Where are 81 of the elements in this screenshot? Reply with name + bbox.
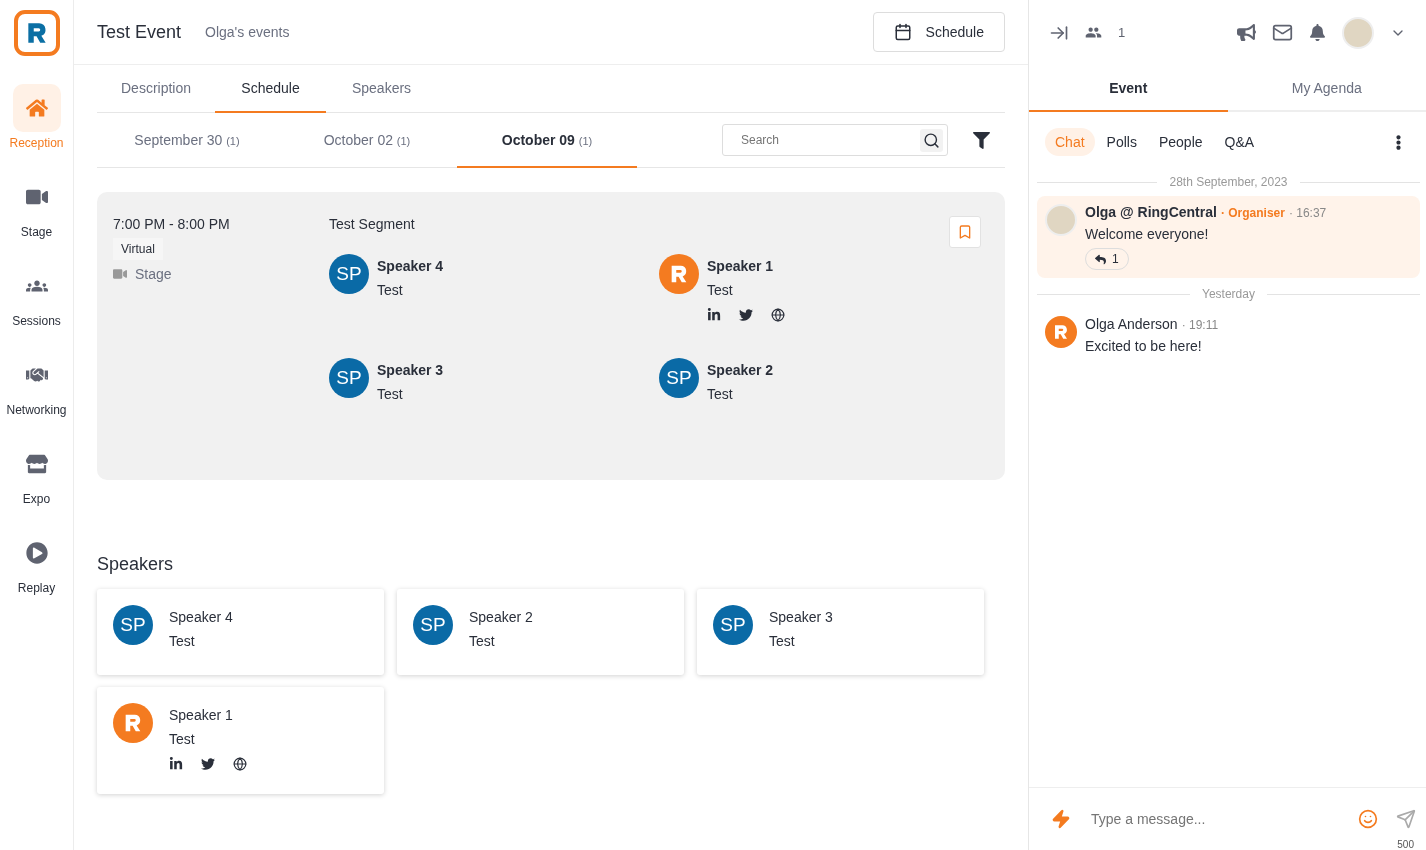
emoji-icon[interactable] [1358,809,1378,829]
character-limit: 500 [1397,839,1414,850]
message-time: · 19:11 [1181,318,1219,332]
author-name: Olga Anderson [1085,316,1178,332]
speaker-role: Test [469,633,496,649]
event-subtitle: Olga's events [205,24,291,40]
speaker-avatar: SP [329,358,369,398]
chat-tab[interactable]: Polls [1096,128,1147,156]
nav-item[interactable]: Expo [0,440,74,529]
event-title: Test Event [97,21,182,43]
speaker-avatar: SP [659,358,699,398]
video-icon [113,267,127,281]
author-name: Olga @ RingCentral [1085,204,1217,220]
date-tab[interactable]: September 30 (1) [97,113,277,168]
schedule-button[interactable]: Schedule [872,12,1005,52]
speaker-name: Speaker 4 [169,609,233,625]
speaker-role: Test [769,633,796,649]
author-avatar [1045,204,1077,236]
attendee-count: 1 [1118,25,1126,40]
reply-icon [1095,253,1106,265]
search-icon[interactable] [920,128,943,152]
replay-icon [25,542,48,564]
nav-item[interactable]: Sessions [0,262,74,351]
bookmark-button[interactable] [949,216,981,248]
author-role: · Organiser [1220,206,1285,220]
date-tab[interactable]: October 09 (1) [457,113,637,168]
home-icon [25,97,48,119]
expo-icon [25,453,48,475]
chat-tab[interactable]: Q&A [1214,128,1265,156]
globe-icon[interactable] [233,757,247,771]
mail-icon[interactable] [1272,22,1293,43]
speaker-name: Speaker 1 [707,258,775,274]
app-logo[interactable] [13,10,60,56]
message-text: Excited to be here! [1085,338,1203,354]
nav-item[interactable]: Stage [0,173,74,262]
speaker-avatar: SP [329,254,369,294]
speaker-avatar: SP [113,605,153,645]
speaker-name: Speaker 3 [769,609,833,625]
speaker-name: Speaker 2 [469,609,533,625]
panel-tab[interactable]: Event [1029,65,1228,112]
tab[interactable]: Schedule [215,65,327,113]
speaker-role: Test [377,386,404,402]
speaker-role: Test [169,731,196,747]
twitter-icon[interactable] [201,757,215,771]
bookmark-icon [957,224,973,240]
date-tab[interactable]: October 02 (1) [277,113,457,168]
speaker-avatar: SP [713,605,753,645]
speaker-role: Test [707,386,734,402]
chat-tab[interactable]: People [1148,128,1213,156]
date-divider: 28th September, 2023 [1169,175,1288,189]
speaker-name: Speaker 3 [377,362,444,378]
panel-tab[interactable]: My Agenda [1227,65,1426,112]
speaker-avatar: SP [413,605,453,645]
tab[interactable]: Description [97,65,216,113]
linkedin-icon[interactable] [169,757,183,771]
speaker-name: Speaker 1 [169,707,234,723]
twitter-icon[interactable] [739,308,753,322]
globe-icon[interactable] [771,308,785,322]
bell-icon[interactable] [1309,24,1326,41]
speaker-name: Speaker 2 [707,362,774,378]
nav-item[interactable]: Networking [0,351,74,440]
calendar-icon [893,23,912,41]
speaker-role: Test [169,633,196,649]
speaker-role: Test [707,282,734,298]
session-tag: Virtual [113,238,163,260]
search-field[interactable]: Search [722,124,948,156]
tab[interactable]: Speakers [326,65,438,113]
section-title: Speakers [97,554,175,575]
session-location: Stage [135,266,172,282]
message-text: Welcome everyone! [1085,226,1210,242]
logo-icon [1052,323,1070,341]
megaphone-icon[interactable] [1237,23,1256,42]
speaker-name: Speaker 4 [377,258,444,274]
date-divider: Yesterday [1202,287,1255,301]
linkedin-icon[interactable] [707,308,721,322]
nav-item[interactable]: Replay [0,529,74,618]
message-time: · 16:37 [1288,206,1327,220]
session-time: 7:00 PM - 8:00 PM [113,216,230,232]
lightning-icon[interactable] [1051,809,1071,829]
speaker-role: Test [377,282,404,298]
session-title: Test Segment [329,216,416,232]
